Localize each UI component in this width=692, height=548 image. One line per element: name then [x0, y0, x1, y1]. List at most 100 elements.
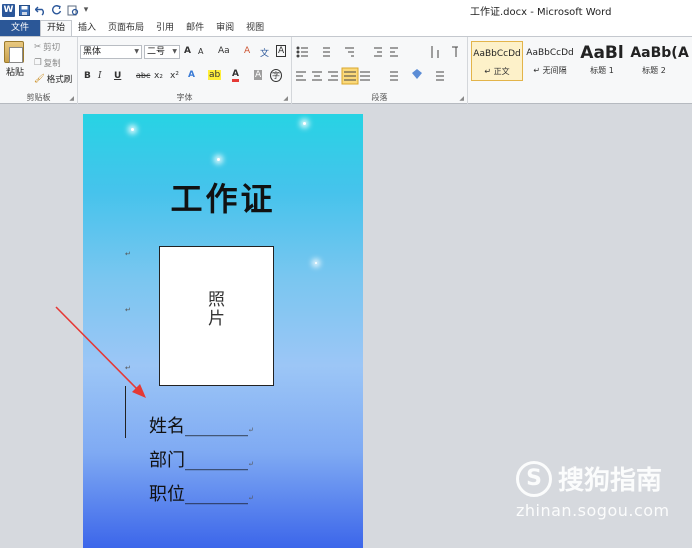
style-name: 标题 1	[590, 66, 614, 75]
undo-icon[interactable]	[34, 4, 47, 17]
watermark-logo: S 搜狗指南	[516, 460, 670, 497]
strikethrough-button[interactable]: abc	[136, 71, 150, 80]
page-title[interactable]: 工作证	[83, 174, 363, 220]
watermark: S 搜狗指南 zhinan.sogou.com	[516, 460, 670, 520]
word-app-icon[interactable]: W	[2, 3, 15, 17]
font-name-combo[interactable]: 黑体 ▼	[80, 45, 142, 59]
font-size-value: 二号	[147, 47, 166, 57]
paragraph-tools-icon[interactable]	[292, 41, 468, 89]
font-group: 黑体 ▼ 二号 ▼ A A Aa A 文 A B I U abc x₂ x² A a…	[78, 37, 292, 104]
copy-button[interactable]: ❐ 复制	[34, 57, 61, 69]
font-name-value: 黑体	[83, 47, 102, 57]
clipboard-group: 粘贴 ✂ 剪切 ❐ 复制 🖌 格式刷 剪贴板 ◢	[0, 37, 78, 104]
field-label: 姓名	[149, 416, 185, 437]
style-name: ↵ 正文	[484, 67, 510, 76]
photo-label: 照 片	[160, 291, 273, 329]
paragraph-mark: ↵	[248, 460, 254, 468]
italic-button[interactable]: I	[98, 71, 102, 81]
paragraph-mark: ↵	[125, 250, 131, 258]
sparkle-decoration	[131, 128, 134, 131]
dialog-launcher-icon[interactable]: ◢	[283, 95, 288, 102]
tab-page-layout[interactable]: 页面布局	[102, 20, 150, 36]
change-case-button[interactable]: Aa	[218, 46, 230, 56]
shrink-font-button[interactable]: A	[198, 47, 203, 56]
style-name: 标题 2	[642, 66, 666, 75]
brush-icon: 🖌	[34, 74, 45, 84]
watermark-url: zhinan.sogou.com	[516, 501, 670, 520]
dialog-launcher-icon[interactable]: ◢	[69, 95, 74, 102]
photo-label-line1: 照	[208, 290, 225, 310]
tab-references[interactable]: 引用	[150, 20, 180, 36]
superscript-button[interactable]: x²	[170, 71, 179, 81]
tab-mailings[interactable]: 邮件	[180, 20, 210, 36]
field-blank: _______	[185, 484, 248, 505]
tab-review[interactable]: 审阅	[210, 20, 240, 36]
field-department[interactable]: 部门_______↵	[149, 446, 254, 472]
title-bar: W ▾ 工作证.docx - Microsoft Word	[0, 0, 692, 20]
bold-button[interactable]: B	[84, 71, 91, 81]
customize-qat-icon[interactable]: ▾	[82, 4, 90, 17]
sparkle-decoration	[217, 158, 220, 161]
save-icon[interactable]	[18, 4, 31, 17]
tab-view[interactable]: 视图	[240, 20, 270, 36]
ribbon-tabs: 文件 开始 插入 页面布局 引用 邮件 审阅 视图	[0, 20, 692, 36]
paste-label: 粘贴	[5, 68, 24, 78]
watermark-brand: 搜狗指南	[558, 466, 663, 496]
style-title[interactable]: A	[678, 41, 692, 81]
subscript-button[interactable]: x₂	[154, 71, 163, 81]
ribbon: 粘贴 ✂ 剪切 ❐ 复制 🖌 格式刷 剪贴板 ◢ 黑体 ▼ 二号 ▼ A A Aa A 文…	[0, 36, 692, 104]
highlight-button[interactable]: ab	[208, 70, 222, 80]
paragraph-mark: ↵	[248, 426, 254, 434]
style-sample: A	[678, 45, 689, 61]
field-label: 部门	[149, 450, 185, 471]
style-name: ↵ 无间隔	[533, 66, 567, 75]
text-cursor	[125, 386, 126, 438]
dialog-launcher-icon[interactable]: ◢	[459, 95, 464, 102]
field-position[interactable]: 职位_______↵	[149, 480, 254, 506]
style-normal[interactable]: AaBbCcDd ↵ 正文	[471, 41, 523, 81]
window-title: 工作证.docx - Microsoft Word	[470, 7, 612, 18]
paste-button[interactable]: 粘贴	[4, 41, 26, 78]
phonetic-button[interactable]: 文	[260, 46, 269, 59]
style-sample: AaBbCcDd	[473, 49, 521, 59]
chevron-down-icon: ▼	[172, 48, 177, 55]
tab-file[interactable]: 文件	[0, 20, 40, 36]
photo-placeholder[interactable]: 照 片	[159, 246, 274, 386]
font-group-label: 字体	[176, 93, 193, 102]
font-color-button[interactable]: A	[232, 69, 239, 82]
style-no-spacing[interactable]: AaBbCcDd ↵ 无间隔	[524, 41, 576, 81]
chevron-down-icon: ▼	[134, 48, 139, 55]
sparkle-decoration	[303, 122, 306, 125]
photo-label-line2: 片	[208, 309, 225, 329]
tab-home[interactable]: 开始	[40, 20, 73, 36]
document-page[interactable]: 工作证 ↵ ↵ ↵ 照 片 姓名_______↵ 部门_______↵ 职位__…	[83, 114, 363, 548]
paragraph-mark: ↵	[125, 364, 131, 372]
enclose-char-button[interactable]: 字	[270, 69, 282, 82]
quick-access-toolbar: W ▾	[0, 3, 90, 17]
copy-icon: ❐	[34, 58, 42, 68]
field-label: 职位	[149, 484, 185, 505]
clipboard-icon	[4, 41, 24, 63]
style-sample: AaBbCcDd	[526, 48, 574, 58]
styles-group: AaBbCcDd ↵ 正文 AaBbCcDd ↵ 无间隔 AaBl 标题 1 A…	[468, 37, 692, 104]
field-name[interactable]: 姓名_______↵	[149, 412, 254, 438]
paragraph-group: 段落 ◢	[292, 37, 468, 104]
underline-button[interactable]: U	[114, 71, 121, 81]
style-heading-2[interactable]: AaBb( 标题 2	[628, 41, 680, 81]
char-border-button[interactable]: A	[276, 45, 287, 57]
text-effect-button[interactable]: A	[188, 70, 195, 80]
char-shading-button[interactable]: A	[254, 70, 263, 80]
style-heading-1[interactable]: AaBl 标题 1	[576, 41, 628, 81]
clear-format-button[interactable]: A	[244, 46, 250, 56]
format-painter-button[interactable]: 🖌 格式刷	[34, 73, 72, 85]
cut-button[interactable]: ✂ 剪切	[34, 41, 60, 53]
paragraph-mark: ↵	[125, 306, 131, 314]
sparkle-decoration	[315, 262, 317, 264]
tab-insert[interactable]: 插入	[72, 20, 102, 36]
redo-icon[interactable]	[50, 4, 63, 17]
print-preview-icon[interactable]	[66, 4, 79, 17]
font-size-combo[interactable]: 二号 ▼	[144, 45, 180, 59]
grow-font-button[interactable]: A	[184, 46, 191, 56]
copy-label: 复制	[43, 59, 61, 69]
clipboard-group-label: 剪贴板	[26, 93, 51, 102]
